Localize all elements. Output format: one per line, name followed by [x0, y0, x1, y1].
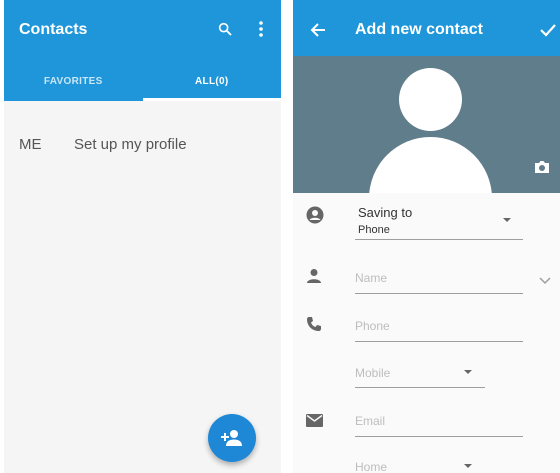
email-type-dropdown-arrow[interactable] — [464, 464, 472, 468]
phone-underline — [355, 341, 523, 342]
tab-favorites[interactable]: FAVORITES — [4, 62, 143, 101]
me-badge: ME — [19, 136, 42, 153]
phone-type-underline — [355, 387, 485, 388]
name-underline — [355, 293, 523, 294]
saving-to-label: Saving to — [358, 205, 413, 220]
avatar-head — [399, 68, 462, 131]
saving-to-value[interactable]: Phone — [358, 224, 390, 236]
phone-type-dropdown-arrow[interactable] — [464, 370, 472, 374]
saving-to-dropdown-arrow[interactable] — [503, 218, 511, 222]
contacts-screen: Contacts FAVORITES ALL(0) ME Set up my p… — [4, 0, 281, 473]
add-contact-screen: Add new contact Saving to Phone Name Pho… — [293, 0, 560, 473]
profile-row[interactable]: ME Set up my profile — [4, 128, 281, 160]
person-add-icon — [221, 430, 242, 446]
phone-input[interactable]: Phone — [355, 319, 390, 333]
email-underline — [355, 436, 523, 437]
phone-type-select[interactable]: Mobile — [355, 366, 390, 380]
email-type-select[interactable]: Home — [355, 460, 387, 473]
add-contact-title: Add new contact — [355, 21, 484, 38]
tab-all[interactable]: ALL(0) — [143, 62, 282, 101]
add-contact-fab[interactable] — [208, 414, 256, 462]
back-arrow-icon[interactable] — [306, 18, 330, 42]
person-icon — [306, 268, 322, 289]
contact-photo-area[interactable] — [293, 56, 560, 193]
setup-profile-label: Set up my profile — [74, 136, 187, 153]
more-vert-icon[interactable] — [251, 17, 271, 41]
search-icon[interactable] — [213, 17, 237, 41]
camera-icon[interactable] — [534, 160, 550, 179]
contacts-title: Contacts — [19, 21, 88, 38]
contacts-tabs: FAVORITES ALL(0) — [4, 62, 281, 101]
tab-indicator — [142, 98, 281, 101]
account-circle-icon — [306, 206, 324, 229]
phone-icon — [306, 316, 322, 337]
contacts-app-bar: Contacts FAVORITES ALL(0) — [4, 0, 281, 101]
avatar-body — [369, 137, 492, 193]
add-contact-app-bar: Add new contact — [293, 0, 560, 56]
saving-to-underline — [355, 239, 523, 240]
name-input[interactable]: Name — [355, 271, 387, 285]
email-input[interactable]: Email — [355, 414, 385, 428]
expand-name-chevron-icon[interactable] — [539, 272, 551, 290]
check-icon[interactable] — [536, 18, 560, 42]
email-icon — [306, 414, 323, 432]
